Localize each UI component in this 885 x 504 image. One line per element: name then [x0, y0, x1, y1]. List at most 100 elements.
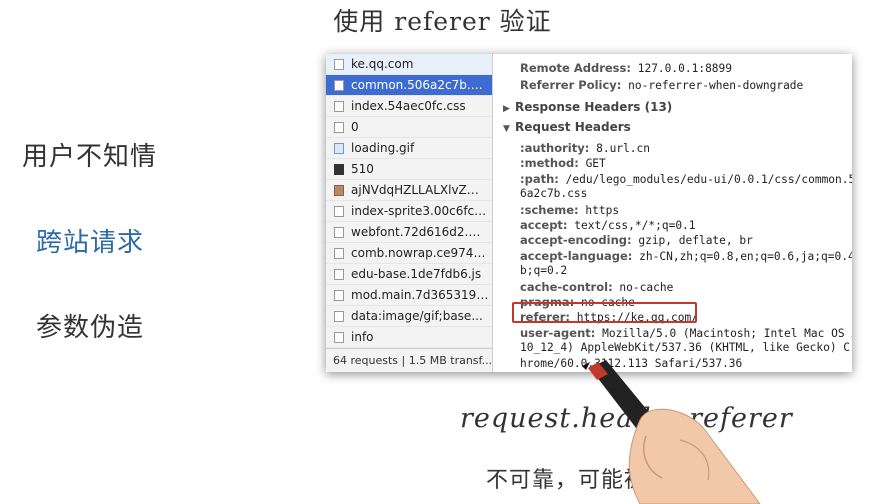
header-value: gzip, deflate, br	[638, 234, 753, 248]
request-header-row: cache-control: no-cache	[520, 280, 673, 294]
document-icon	[334, 101, 344, 112]
header-value: hrome/60.0.3112.113 Safari/537.36	[520, 356, 743, 370]
header-value: 6a2c7b.css	[520, 187, 588, 201]
network-row[interactable]: edu-base.1de7fdb6.js	[326, 264, 492, 285]
warning-note: 不可靠，可能被篡改	[486, 468, 694, 493]
network-row-name: mod.main.7d365319.js	[351, 288, 489, 302]
network-row[interactable]: common.506a2c7b.css	[326, 75, 492, 96]
remote-address-key: Remote Address:	[520, 61, 631, 75]
devtools-screenshot: ke.qq.com common.506a2c7b.css index.54aec0…	[326, 54, 852, 372]
request-header-row: :path: /edu/lego_modules/edu-ui/0.0.1/cs…	[520, 172, 852, 186]
header-key: cache-control:	[520, 279, 613, 294]
document-icon	[334, 269, 344, 280]
header-value: text/css,*/*;q=0.1	[574, 219, 696, 232]
network-row[interactable]: data:image/gif;base...	[326, 306, 492, 327]
network-row-name: loading.gif	[351, 141, 415, 155]
header-key: :authority:	[520, 141, 590, 155]
network-row-name: 510	[351, 162, 374, 176]
header-value: zh-CN,zh;q=0.8,en;q=0.6,ja;q=0.4,l	[639, 249, 852, 263]
request-header-row: b;q=0.2	[520, 264, 567, 277]
handwritten-code: request.header.referer	[460, 403, 793, 434]
header-value: 10_12_4) AppleWebKit/537.36 (KHTML, like…	[520, 341, 851, 355]
gif-icon	[334, 143, 344, 154]
request-header-row: 6a2c7b.css	[520, 187, 587, 200]
document-icon	[334, 311, 344, 322]
header-key: :path:	[520, 171, 559, 186]
header-key: accept:	[520, 218, 568, 232]
document-icon	[334, 122, 344, 133]
network-row-name: index-sprite3.00c6fcbd...	[351, 204, 489, 218]
network-request-list: ke.qq.com common.506a2c7b.css index.54aec0…	[326, 54, 493, 372]
document-icon	[334, 59, 344, 70]
network-row-name: ajNVdqHZLLALXlvZm6...	[351, 183, 489, 197]
network-row[interactable]: webfont.72d616d2.woff	[326, 222, 492, 243]
triangle-down-icon: ▼	[503, 124, 510, 134]
header-key: accept-language:	[520, 248, 633, 263]
request-header-row: hrome/60.0.3112.113 Safari/537.36	[520, 357, 742, 370]
document-icon	[334, 80, 344, 91]
document-icon	[334, 206, 344, 217]
network-row[interactable]: ke.qq.com	[326, 54, 492, 75]
request-detail-pane: Remote Address: 127.0.0.1:8899 Referrer …	[493, 54, 852, 372]
triangle-right-icon: ▶	[503, 104, 510, 114]
image-icon	[334, 164, 344, 175]
network-row-name: webfont.72d616d2.woff	[351, 225, 489, 239]
response-headers-label: Response Headers (13)	[515, 100, 673, 114]
request-header-row: :authority: 8.url.cn	[520, 141, 650, 155]
network-row-name: 0	[351, 120, 359, 134]
page-title: 使用 referer 验证	[333, 7, 552, 36]
request-header-row: accept-encoding: gzip, deflate, br	[520, 233, 753, 247]
header-key: :scheme:	[520, 202, 579, 217]
request-headers-toggle[interactable]: ▼ Request Headers	[503, 120, 631, 134]
remote-address-row: Remote Address: 127.0.0.1:8899	[520, 61, 732, 75]
network-row-name: data:image/gif;base...	[351, 309, 483, 323]
network-row-name: common.506a2c7b.css	[351, 78, 489, 92]
network-row[interactable]: index.54aec0fc.css	[326, 96, 492, 117]
network-row[interactable]: ajNVdqHZLLALXlvZm6...	[326, 180, 492, 201]
label-param-forgery: 参数伪造	[36, 313, 145, 343]
header-key: :method:	[520, 156, 579, 171]
request-header-row: :method: GET	[520, 156, 606, 170]
header-value: 8.url.cn	[596, 142, 650, 155]
referer-highlight-box	[512, 302, 697, 323]
header-key: user-agent:	[520, 325, 596, 340]
request-header-row: :scheme: https	[520, 203, 619, 217]
document-icon	[334, 290, 344, 301]
network-row-name: comb.nowrap.ce9741a...	[351, 246, 489, 260]
network-row[interactable]: 510	[326, 159, 492, 180]
header-value: Mozilla/5.0 (Macintosh; Intel Mac OS X	[602, 326, 852, 340]
referrer-policy-key: Referrer Policy:	[520, 78, 622, 92]
network-row[interactable]: info	[326, 327, 492, 348]
avatar-icon	[334, 185, 344, 196]
header-value: b;q=0.2	[520, 264, 568, 278]
label-user-unaware: 用户不知情	[22, 142, 158, 172]
header-value: https	[585, 203, 620, 217]
header-value: no-cache	[619, 280, 674, 294]
network-row-name: ke.qq.com	[351, 57, 414, 71]
network-row[interactable]: index-sprite3.00c6fcbd...	[326, 201, 492, 222]
network-summary: 64 requests | 1.5 MB transf...	[326, 348, 492, 372]
network-row-name: info	[351, 330, 374, 344]
remote-address-value: 127.0.0.1:8899	[637, 62, 733, 75]
request-header-row: user-agent: Mozilla/5.0 (Macintosh; Inte…	[520, 326, 852, 340]
document-icon	[334, 332, 344, 343]
document-icon	[334, 227, 344, 238]
header-value: /edu/lego_modules/edu-ui/0.0.1/css/commo…	[565, 172, 852, 186]
network-row-name: edu-base.1de7fdb6.js	[351, 267, 482, 281]
referrer-policy-value: no-referrer-when-downgrade	[628, 79, 804, 92]
network-row[interactable]: mod.main.7d365319.js	[326, 285, 492, 306]
request-header-row: accept: text/css,*/*;q=0.1	[520, 218, 696, 232]
request-header-row: accept-language: zh-CN,zh;q=0.8,en;q=0.6…	[520, 249, 852, 263]
network-row[interactable]: comb.nowrap.ce9741a...	[326, 243, 492, 264]
header-key: accept-encoding:	[520, 233, 632, 248]
header-value: GET	[585, 157, 606, 171]
request-headers-label: Request Headers	[515, 120, 631, 134]
document-icon	[334, 248, 344, 259]
network-row-name: index.54aec0fc.css	[351, 99, 466, 113]
request-header-row: 10_12_4) AppleWebKit/537.36 (KHTML, like…	[520, 341, 850, 354]
response-headers-toggle[interactable]: ▶ Response Headers (13)	[503, 100, 672, 114]
network-row[interactable]: 0	[326, 117, 492, 138]
referrer-policy-row: Referrer Policy: no-referrer-when-downgr…	[520, 78, 803, 92]
network-row[interactable]: loading.gif	[326, 138, 492, 159]
label-cross-site-request: 跨站请求	[36, 228, 145, 258]
